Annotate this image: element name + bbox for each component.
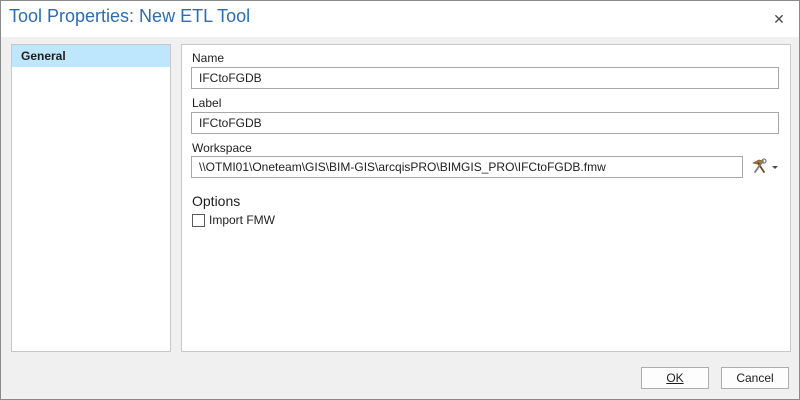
general-panel: Name IFCtoFGDB Label IFCtoFGDB Workspace… bbox=[181, 44, 791, 352]
dialog-title: Tool Properties: New ETL Tool bbox=[9, 6, 251, 26]
import-fmw-checkbox[interactable] bbox=[192, 214, 205, 227]
name-field[interactable]: IFCtoFGDB bbox=[191, 67, 779, 89]
workspace-field[interactable]: \\OTMI01\Oneteam\GIS\BIM-GIS\arcqisPRO\B… bbox=[191, 156, 743, 178]
sidebar-nav: General bbox=[11, 44, 171, 352]
workspace-browse-button[interactable] bbox=[749, 157, 779, 177]
title-bar: Tool Properties: New ETL Tool ✕ bbox=[1, 1, 799, 37]
cancel-button[interactable]: Cancel bbox=[721, 367, 789, 389]
tool-properties-dialog: Tool Properties: New ETL Tool ✕ General … bbox=[0, 0, 800, 400]
close-button[interactable]: ✕ bbox=[769, 9, 789, 29]
name-label: Name bbox=[192, 51, 225, 65]
label-label: Label bbox=[192, 96, 222, 110]
options-header: Options bbox=[192, 193, 241, 209]
chevron-down-icon bbox=[772, 166, 778, 169]
sidebar-item-general[interactable]: General bbox=[12, 45, 170, 67]
ok-button[interactable]: OK bbox=[641, 367, 709, 389]
label-field[interactable]: IFCtoFGDB bbox=[191, 112, 779, 134]
close-icon: ✕ bbox=[773, 11, 785, 27]
workspace-label: Workspace bbox=[192, 141, 252, 155]
import-fmw-label[interactable]: Import FMW bbox=[209, 213, 275, 227]
ok-label: OK bbox=[666, 371, 684, 385]
